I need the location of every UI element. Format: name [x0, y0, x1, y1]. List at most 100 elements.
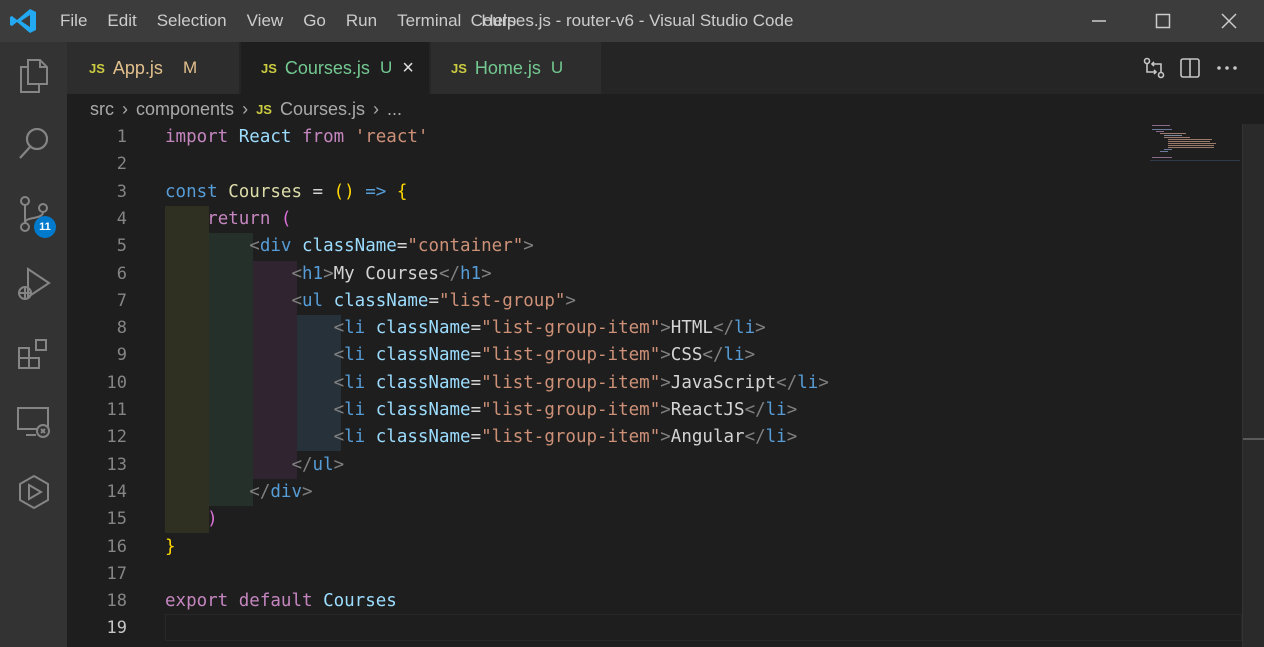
breadcrumb-file[interactable]: Courses.js — [280, 99, 365, 120]
explorer-icon — [19, 59, 48, 93]
code-line: 17 — [67, 561, 1242, 588]
activity-bar: 11 — [0, 42, 67, 647]
js-file-icon: JS — [89, 60, 105, 76]
code-text: <li className="list-group-item">JavaScri… — [333, 372, 829, 393]
code-line: 5 <div className="container"> — [67, 233, 1242, 260]
vscode-logo-icon — [10, 9, 36, 33]
activity-search[interactable] — [0, 114, 67, 174]
menu-file[interactable]: File — [60, 11, 87, 31]
line-number: 18 — [106, 591, 127, 612]
tab-app-js[interactable]: JS App.js M — [67, 42, 239, 94]
code-line: 1 import React from 'react' — [67, 124, 1242, 151]
line-number: 14 — [106, 481, 127, 502]
code-text: </div> — [249, 481, 313, 502]
title-bar: File Edit Selection View Go Run Terminal… — [0, 0, 1264, 42]
maximize-button[interactable] — [1130, 0, 1196, 42]
activity-explorer[interactable] — [0, 46, 67, 106]
menu-run[interactable]: Run — [346, 11, 377, 31]
code-line: 10 <li className="list-group-item">JavaS… — [67, 370, 1242, 397]
tab-courses-js[interactable]: JS Courses.js U × — [241, 42, 429, 94]
line-number: 9 — [116, 345, 127, 366]
open-changes-icon[interactable] — [1142, 56, 1166, 80]
tab-home-js[interactable]: JS Home.js U — [431, 42, 601, 94]
tab-label: Home.js — [474, 57, 541, 78]
code-line: 3 const Courses = () => { — [67, 179, 1242, 206]
chevron-right-icon: › — [122, 98, 128, 119]
remote-explorer-icon — [16, 407, 50, 438]
code-line-current: 19 — [67, 614, 1242, 642]
code-text: const Courses = () => { — [165, 181, 408, 202]
tab-modified-status: M — [182, 58, 198, 77]
code-line: 15 ) — [67, 506, 1242, 533]
code-text: <li className="list-group-item">CSS</li> — [333, 345, 756, 366]
code-line: 11 <li className="list-group-item">React… — [67, 397, 1242, 424]
line-number: 4 — [116, 208, 127, 229]
tab-label: Courses.js — [284, 57, 370, 78]
tab-untracked-status: U — [550, 58, 564, 77]
menu-help[interactable]: Help — [481, 11, 516, 31]
line-number: 7 — [116, 290, 127, 311]
maximize-icon — [1155, 13, 1171, 29]
vertical-scrollbar[interactable] — [1242, 124, 1264, 647]
search-icon — [18, 127, 48, 159]
close-window-button[interactable] — [1196, 0, 1262, 42]
line-number: 10 — [106, 372, 127, 393]
source-control-badge: 11 — [34, 216, 56, 238]
menu-terminal[interactable]: Terminal — [397, 11, 461, 31]
menu-view[interactable]: View — [247, 11, 284, 31]
js-file-icon: JS — [256, 101, 272, 117]
code-text: import React from 'react' — [165, 127, 429, 147]
code-editor[interactable]: 1 import React from 'react' 2 3 const Co… — [67, 124, 1242, 647]
menu-go[interactable]: Go — [303, 11, 326, 31]
line-number: 11 — [106, 400, 127, 420]
activity-remote-explorer[interactable] — [0, 392, 67, 452]
activity-deploy[interactable] — [0, 462, 67, 522]
line-number: 16 — [106, 536, 127, 557]
more-actions-icon[interactable] — [1216, 57, 1238, 79]
extensions-icon — [17, 339, 47, 369]
minimize-button[interactable] — [1066, 0, 1132, 42]
js-file-icon: JS — [451, 60, 467, 76]
tab-close-icon[interactable]: × — [402, 57, 414, 80]
scrollbar-thumb[interactable] — [1243, 438, 1264, 440]
code-line: 7 <ul className="list-group"> — [67, 288, 1242, 315]
split-editor-icon[interactable] — [1179, 57, 1201, 79]
code-line: 16 } — [67, 534, 1242, 561]
line-number: 15 — [106, 509, 127, 530]
menu-edit[interactable]: Edit — [107, 11, 136, 31]
menu-selection[interactable]: Selection — [157, 11, 227, 31]
line-number: 6 — [116, 263, 127, 284]
code-text: <li className="list-group-item">ReactJS<… — [333, 400, 798, 420]
code-text: </ul> — [291, 454, 345, 475]
line-number: 19 — [106, 618, 127, 639]
deploy-icon — [18, 474, 49, 510]
code-text: ) — [207, 509, 218, 530]
breadcrumb: src › components › JS Courses.js › ... — [90, 94, 402, 124]
line-number: 17 — [106, 563, 127, 584]
activity-run-debug[interactable] — [0, 254, 67, 314]
code-text: <h1>My Courses</h1> — [291, 263, 492, 284]
minimap[interactable] — [1150, 124, 1240, 164]
code-line: 13 </ul> — [67, 452, 1242, 479]
line-number: 13 — [106, 454, 127, 475]
code-line: 18 export default Courses — [67, 588, 1242, 615]
activity-source-control[interactable]: 11 — [0, 184, 67, 244]
run-debug-icon — [17, 267, 51, 300]
code-text: <div className="container"> — [249, 236, 534, 257]
breadcrumb-src[interactable]: src — [90, 99, 114, 120]
chevron-right-icon: › — [373, 98, 379, 119]
code-line: 14 </div> — [67, 479, 1242, 506]
code-text: return ( — [207, 208, 292, 229]
code-line: 4 return ( — [67, 206, 1242, 233]
line-number: 12 — [106, 427, 127, 448]
breadcrumb-components[interactable]: components — [136, 99, 234, 120]
code-text: } — [165, 536, 176, 557]
activity-extensions[interactable] — [0, 324, 67, 384]
code-text: <li className="list-group-item">Angular<… — [333, 427, 798, 448]
close-icon — [1221, 13, 1237, 29]
line-number: 5 — [116, 236, 127, 257]
line-number: 3 — [116, 181, 127, 202]
tab-label: App.js — [112, 57, 163, 78]
code-line: 2 — [67, 151, 1242, 178]
breadcrumb-symbol[interactable]: ... — [387, 99, 402, 120]
